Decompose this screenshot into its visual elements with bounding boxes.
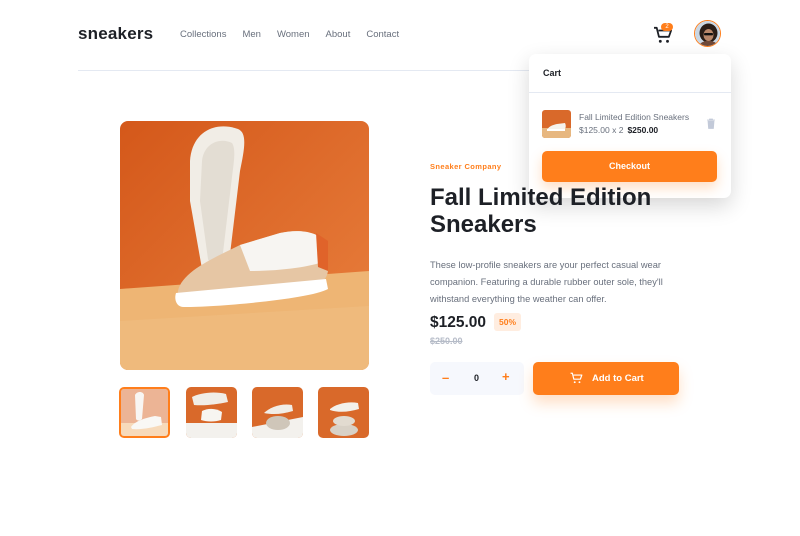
cart-item-unit-price: $125.00 x 2: [579, 125, 624, 135]
cart-divider: [529, 92, 731, 93]
cart-item-total: $250.00: [627, 125, 659, 135]
quantity-value: 0: [474, 373, 480, 383]
nav-collections[interactable]: Collections: [180, 29, 226, 40]
add-to-cart-label: Add to Cart: [592, 373, 644, 384]
nav-contact[interactable]: Contact: [366, 29, 399, 40]
cart-count-badge: 2: [661, 23, 673, 31]
avatar-image: [695, 21, 720, 46]
trash-icon[interactable]: [706, 118, 716, 129]
minus-icon[interactable]: –: [442, 370, 449, 385]
cart-item-price: $125.00 x 2 $250.00: [579, 125, 658, 135]
checkout-button[interactable]: Checkout: [542, 151, 717, 182]
company-name: Sneaker Company: [430, 162, 502, 171]
plus-icon[interactable]: +: [502, 369, 510, 384]
quantity-stepper: – 0 +: [430, 362, 524, 395]
nav-men[interactable]: Men: [242, 29, 260, 40]
thumbnail-2[interactable]: [186, 387, 237, 438]
product-main-image[interactable]: [120, 121, 369, 370]
thumbnail-1[interactable]: [119, 387, 170, 438]
original-price: $250.00: [430, 336, 463, 346]
current-price: $125.00: [430, 314, 487, 331]
cart-popover: Cart Fall Limited Edition Sneakers $125.…: [529, 54, 731, 198]
logo[interactable]: sneakers: [78, 24, 153, 44]
nav-about[interactable]: About: [326, 29, 351, 40]
avatar[interactable]: [694, 20, 721, 47]
discount-badge: 50%: [494, 313, 521, 331]
thumbnail-3[interactable]: [252, 387, 303, 438]
nav-women[interactable]: Women: [277, 29, 310, 40]
add-to-cart-button[interactable]: Add to Cart: [533, 362, 679, 395]
main-nav: Collections Men Women About Contact: [180, 29, 415, 40]
cart-item-name: Fall Limited Edition Sneakers: [579, 112, 690, 122]
product-title: Fall Limited Edition Sneakers: [430, 184, 652, 238]
cart-icon: [570, 372, 583, 384]
cart-item-thumbnail: [542, 110, 571, 138]
cart-title: Cart: [543, 68, 562, 78]
product-description: These low-profile sneakers are your perf…: [430, 260, 663, 304]
thumbnail-4[interactable]: [318, 387, 369, 438]
